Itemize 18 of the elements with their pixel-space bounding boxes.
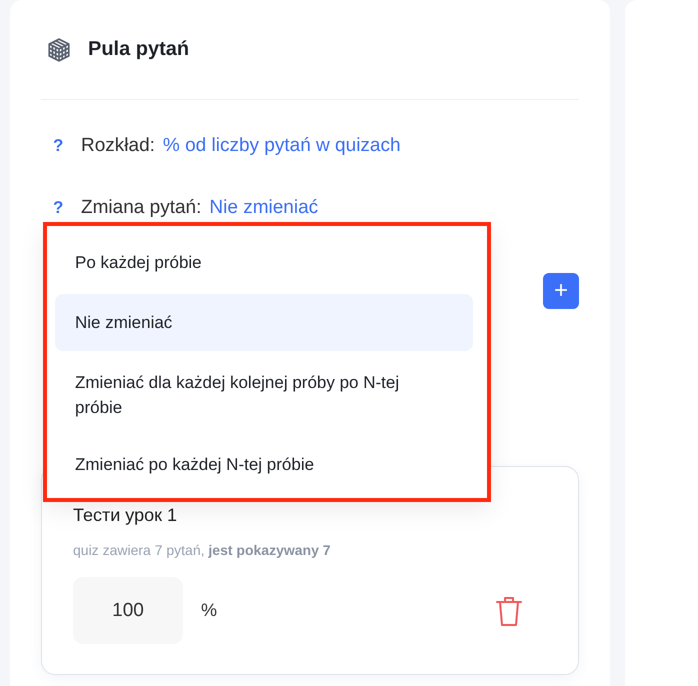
trash-icon[interactable]	[495, 594, 523, 626]
unit-label: %	[201, 600, 218, 621]
percent-field[interactable]: 100	[73, 577, 183, 644]
cube-icon	[46, 36, 72, 62]
panel-title: Pula pytań	[88, 38, 190, 61]
setting-label: Zmiana pytań:	[81, 197, 202, 219]
help-icon[interactable]: ?	[41, 198, 81, 218]
dropdown-option[interactable]: Zmieniać po każdej N-tej próbie	[55, 439, 473, 490]
setting-link[interactable]: % od liczby pytań w quizach	[162, 135, 401, 157]
add-button[interactable]: +	[543, 273, 579, 309]
setting-link[interactable]: Nie zmieniać	[209, 197, 318, 219]
quiz-title: Тести урок 1	[73, 505, 178, 526]
setting-label: Rozkład:	[81, 135, 155, 157]
dropdown-option[interactable]: Po każdej próbie	[55, 237, 473, 288]
dropdown-option[interactable]: Nie zmieniać	[55, 294, 473, 351]
dropdown-option[interactable]: Zmieniać dla każdej kolejnej próby po N-tej próbie	[55, 357, 473, 433]
quiz-info: quiz zawiera 7 pytań, jest pokazywany 7	[73, 542, 332, 558]
help-icon[interactable]: ?	[41, 136, 81, 156]
